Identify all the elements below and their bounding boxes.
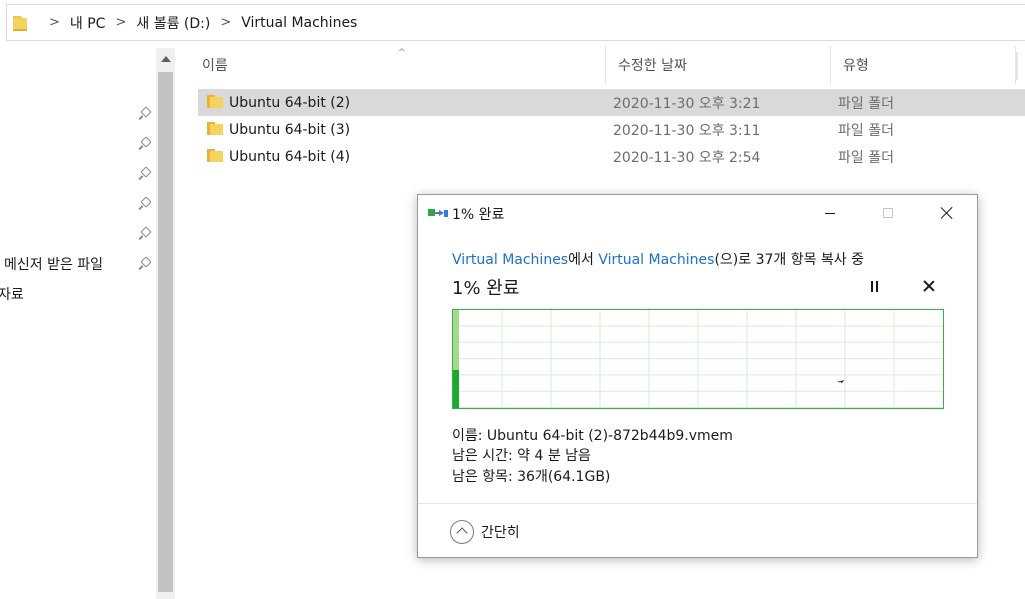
file-name: Ubuntu 64-bit (2) <box>229 94 351 111</box>
chevron-right-icon[interactable]: > <box>115 15 126 30</box>
folder-icon <box>13 16 27 31</box>
column-divider <box>1015 52 1018 80</box>
pin-icon <box>138 108 150 120</box>
file-date: 2020-11-30 오후 3:21 <box>613 95 761 112</box>
maximize-icon <box>883 208 893 218</box>
file-date: 2020-11-30 오후 3:11 <box>613 122 761 139</box>
column-headers: ^ 이름 수정한 날짜 유형 <box>190 46 1025 84</box>
speed-graph-grid <box>453 310 943 408</box>
folder-icon <box>207 122 223 135</box>
nav-item[interactable] <box>0 193 156 215</box>
nav-item[interactable] <box>0 163 156 185</box>
fewer-details-button[interactable]: 간단히 <box>450 520 520 544</box>
file-date: 2020-11-30 오후 2:54 <box>613 149 761 166</box>
breadcrumb-virtual-machines[interactable]: Virtual Machines <box>241 15 357 31</box>
scroll-up-arrow-icon[interactable] <box>156 48 175 70</box>
breadcrumb-this-pc[interactable]: 내 PC <box>70 13 106 33</box>
nav-scrollbar[interactable] <box>156 48 175 599</box>
progress-percent-title: 1% 완료 <box>452 278 520 299</box>
speed-bar <box>453 370 459 408</box>
file-row[interactable]: Ubuntu 64-bit (3) 2020-11-30 오후 3:11 파일 … <box>198 116 1025 143</box>
chevron-right-icon[interactable]: > <box>49 15 60 30</box>
pause-button[interactable] <box>866 281 882 295</box>
items-remaining: 남은 항목: 36개(64.1GB) <box>452 469 611 485</box>
pause-icon <box>870 281 873 292</box>
cancel-button[interactable] <box>923 280 937 294</box>
folder-icon <box>207 149 223 162</box>
copy-from-text: 에서 <box>568 252 599 268</box>
destination-folder-link[interactable]: Virtual Machines <box>598 252 714 268</box>
transfer-speed-graph <box>452 309 944 409</box>
column-header-date-label: 수정한 날짜 <box>618 58 687 74</box>
nav-item-materials[interactable]: 자료 <box>0 283 156 305</box>
copy-description: Virtual Machines에서 Virtual Machines(으)로 … <box>452 249 864 269</box>
pin-icon <box>138 228 150 240</box>
file-type: 파일 폴더 <box>838 122 894 139</box>
source-folder-link[interactable]: Virtual Machines <box>452 252 568 268</box>
nav-item-messenger-files[interactable]: 메신저 받은 파일 <box>0 253 156 275</box>
pin-icon <box>138 168 150 180</box>
folder-icon <box>207 95 223 108</box>
copy-transfer-icon <box>428 208 448 218</box>
dialog-divider <box>418 503 977 504</box>
chevron-right-icon[interactable]: > <box>220 15 231 30</box>
pin-icon <box>138 138 150 150</box>
time-remaining: 남은 시간: 약 4 분 남음 <box>452 448 591 464</box>
file-type: 파일 폴더 <box>838 95 894 112</box>
pin-icon <box>138 198 150 210</box>
navigation-pane[interactable]: ! l 메신저 받은 파일 자료 <box>0 48 156 599</box>
current-file-name: 이름: Ubuntu 64-bit (2)-872b44b9.vmem <box>452 428 733 444</box>
column-header-type[interactable]: 유형 <box>831 46 1016 84</box>
nav-item-label: 자료 <box>0 287 24 303</box>
file-row[interactable]: Ubuntu 64-bit (4) 2020-11-30 오후 2:54 파일 … <box>198 143 1025 170</box>
close-button[interactable] <box>924 195 970 231</box>
copy-progress-dialog: 1% 완료 Virtual Machines에서 Virtual Machine… <box>417 194 978 558</box>
chevron-up-icon <box>450 520 474 544</box>
minimize-icon <box>825 212 835 214</box>
breadcrumb-volume-d[interactable]: 새 볼륨 (D:) <box>136 13 210 33</box>
nav-item[interactable]: l <box>0 223 156 245</box>
nav-item-label: 메신저 받은 파일 <box>4 257 104 273</box>
minimize-button[interactable] <box>807 195 853 231</box>
maximize-button[interactable] <box>865 195 911 231</box>
fewer-details-label: 간단히 <box>481 525 520 541</box>
scrollbar-thumb[interactable] <box>158 72 173 592</box>
dialog-title: 1% 완료 <box>452 207 505 223</box>
nav-item[interactable]: ! <box>0 103 156 125</box>
file-name: Ubuntu 64-bit (4) <box>229 148 351 165</box>
dialog-titlebar[interactable]: 1% 완료 <box>418 195 977 231</box>
speed-marker-icon <box>837 380 845 384</box>
column-header-type-label: 유형 <box>843 58 869 74</box>
column-header-name-label: 이름 <box>202 58 228 74</box>
address-bar[interactable]: > 내 PC > 새 볼륨 (D:) > Virtual Machines <box>6 4 1025 41</box>
file-row[interactable]: Ubuntu 64-bit (2) 2020-11-30 오후 3:21 파일 … <box>198 89 1025 116</box>
pin-icon <box>138 258 150 270</box>
copy-rest-text: (으)로 37개 항목 복사 중 <box>714 252 865 268</box>
file-name: Ubuntu 64-bit (3) <box>229 121 351 138</box>
column-header-name[interactable]: 이름 <box>190 46 606 84</box>
column-header-date[interactable]: 수정한 날짜 <box>606 46 831 84</box>
close-icon <box>940 206 954 220</box>
nav-item[interactable] <box>0 133 156 155</box>
file-type: 파일 폴더 <box>838 149 894 166</box>
